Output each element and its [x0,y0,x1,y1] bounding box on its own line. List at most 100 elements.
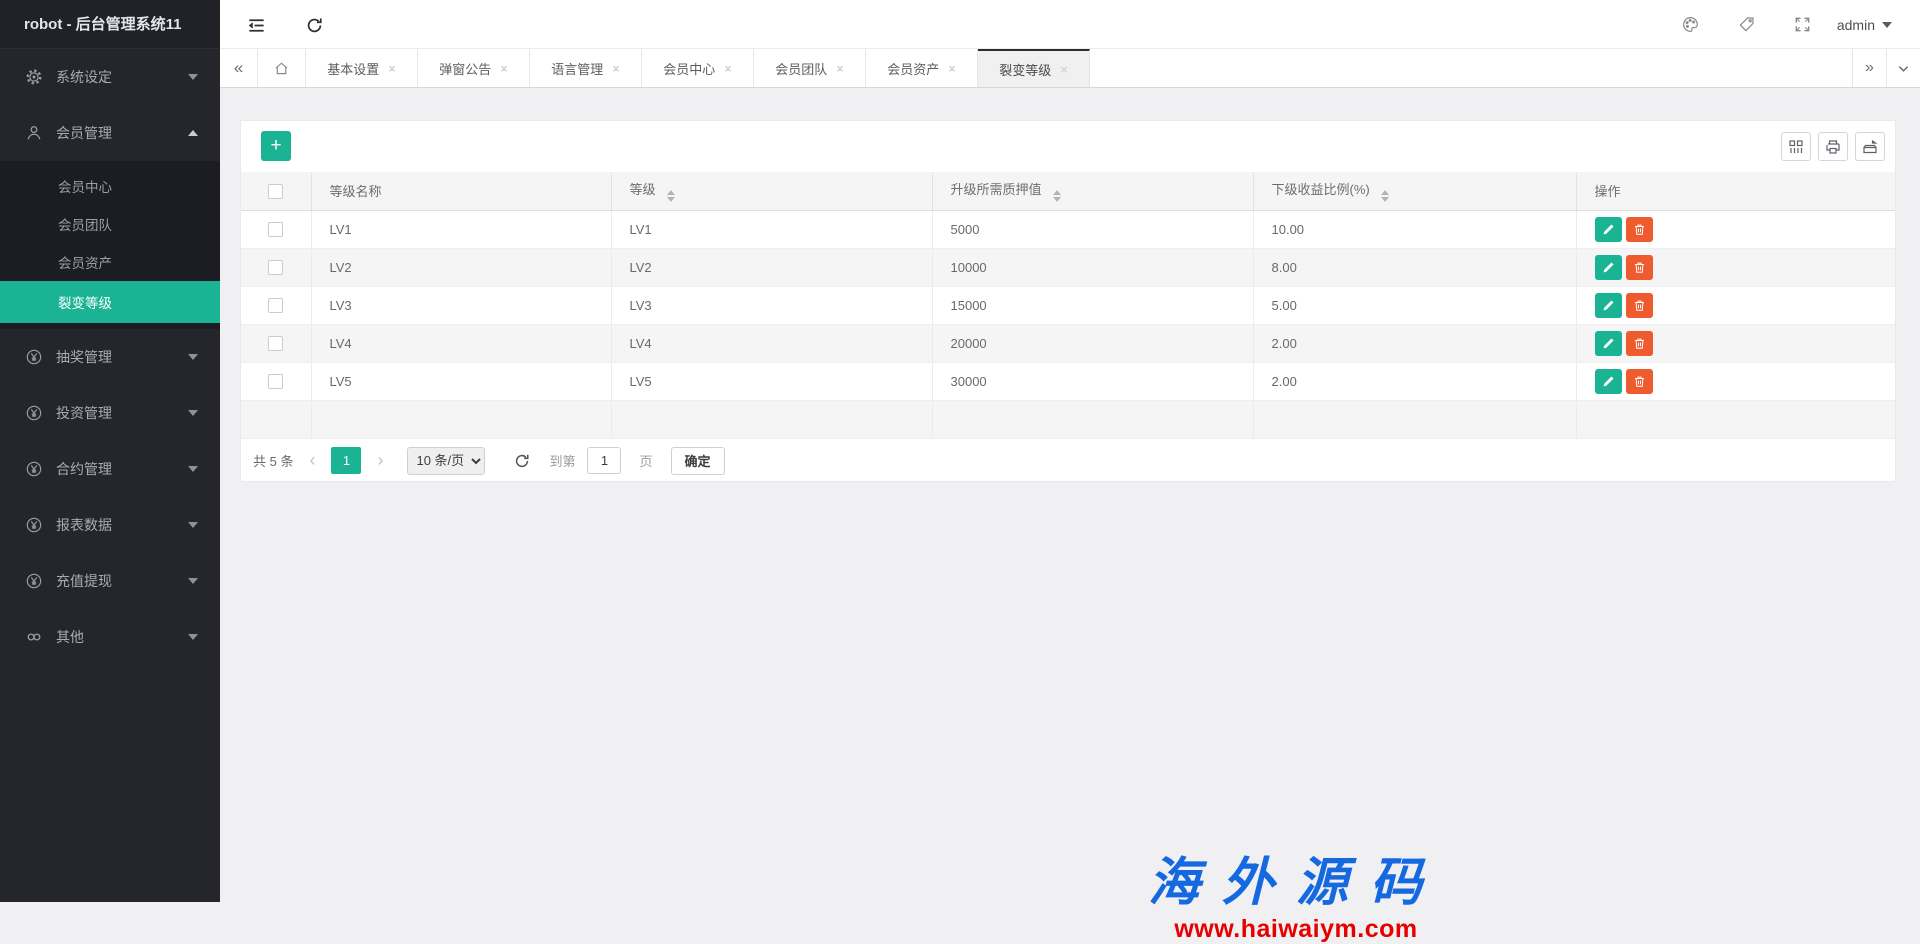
tab-list-dropdown-button[interactable] [1886,49,1920,87]
select-all-checkbox[interactable] [268,184,283,199]
col-ratio[interactable]: 下级收益比例(%) [1253,172,1576,210]
sidebar-item-member-assets[interactable]: 会员资产 [0,243,220,281]
row-checkbox[interactable] [268,260,283,275]
col-actions: 操作 [1576,172,1895,210]
watermark-title: 海外源码 [1116,840,1476,915]
cell-level-name: LV3 [311,286,611,324]
confirm-button[interactable]: 确定 [671,447,725,475]
row-checkbox[interactable] [268,298,283,313]
goto-page-input[interactable] [587,447,621,474]
delete-button[interactable] [1626,217,1653,242]
close-icon[interactable]: × [612,61,620,76]
add-button[interactable]: + [261,131,291,161]
delete-button[interactable] [1626,293,1653,318]
home-icon[interactable] [258,49,306,87]
edit-button[interactable] [1595,217,1622,242]
row-checkbox[interactable] [268,222,283,237]
close-icon[interactable]: × [500,61,508,76]
sort-icon[interactable] [1381,190,1389,202]
sidebar-item-member-center[interactable]: 会员中心 [0,167,220,205]
tab-member-center[interactable]: 会员中心 × [642,49,754,87]
chevron-up-icon [188,130,198,136]
sidebar-item-report-data[interactable]: 报表数据 [0,497,220,553]
delete-button[interactable] [1626,369,1653,394]
tab-label: 基本设置 [327,59,379,78]
watermark-url: www.haiwaiym.com [1116,915,1476,944]
member-submenu: 会员中心 会员团队 会员资产 裂变等级 [0,161,220,329]
edit-button[interactable] [1595,255,1622,280]
sidebar-item-label: 投资管理 [56,403,112,423]
prev-page-button[interactable]: ‹ [299,450,325,471]
sidebar-item-fission-level-active[interactable]: 裂变等级 [0,281,220,323]
page-number-active[interactable]: 1 [331,447,361,474]
close-icon[interactable]: × [1060,62,1068,77]
total-count: 共 5 条 [253,451,293,470]
tag-icon[interactable] [1719,0,1775,49]
tabbar: « 基本设置 × 弹窗公告 × 语言管理 × 会员中心 × 会员团队 × 会员资… [220,49,1920,88]
row-checkbox[interactable] [268,374,283,389]
page-unit-label: 页 [639,451,652,470]
fullscreen-icon[interactable] [1775,0,1831,49]
print-icon[interactable] [1818,132,1848,161]
close-icon[interactable]: × [948,61,956,76]
sort-icon[interactable] [667,190,675,202]
col-level[interactable]: 等级 [611,172,932,210]
page-size-select[interactable]: 10 条/页 [407,447,485,475]
table-header-row: 等级名称 等级 升级所需质押值 下级收益比例(%) [241,172,1895,210]
user-menu[interactable]: admin [1831,0,1920,49]
columns-icon[interactable] [1781,132,1811,161]
delete-button[interactable] [1626,255,1653,280]
tab-language-management[interactable]: 语言管理 × [530,49,642,87]
sidebar-item-label: 充值提现 [56,571,112,591]
cell-actions [1576,286,1895,324]
cell-pledge: 10000 [932,248,1253,286]
sidebar-item-other[interactable]: 其他 [0,609,220,665]
sidebar-item-investment-management[interactable]: 投资管理 [0,385,220,441]
tab-basic-settings[interactable]: 基本设置 × [306,49,418,87]
chevron-down-icon [188,74,198,80]
tabs-scroll-left-button[interactable]: « [220,49,258,87]
sidebar-item-member-team[interactable]: 会员团队 [0,205,220,243]
yen-circle-icon [24,347,44,367]
tab-popup-notice[interactable]: 弹窗公告 × [418,49,530,87]
close-icon[interactable]: × [724,61,732,76]
refresh-icon[interactable] [513,452,531,470]
export-icon[interactable] [1855,132,1885,161]
edit-button[interactable] [1595,293,1622,318]
close-icon[interactable]: × [388,61,396,76]
tabs-scroll-right-button[interactable]: » [1852,49,1886,87]
palette-icon[interactable] [1663,0,1719,49]
next-page-button[interactable]: › [367,450,393,471]
tab-label: 语言管理 [551,59,603,78]
row-checkbox[interactable] [268,336,283,351]
cell-actions [1576,324,1895,362]
chevron-down-icon [188,410,198,416]
tab-member-assets[interactable]: 会员资产 × [866,49,978,87]
col-pledge[interactable]: 升级所需质押值 [932,172,1253,210]
tab-member-team[interactable]: 会员团队 × [754,49,866,87]
sidebar-item-lottery-management[interactable]: 抽奖管理 [0,329,220,385]
sidebar-item-label: 合约管理 [56,459,112,479]
close-icon[interactable]: × [836,61,844,76]
chevron-down-icon [188,354,198,360]
user-name: admin [1837,17,1875,33]
refresh-icon[interactable] [303,14,325,36]
sidebar-item-system-settings[interactable]: 系统设定 [0,49,220,105]
cell-level: LV3 [611,286,932,324]
edit-button[interactable] [1595,331,1622,356]
collapse-menu-icon[interactable] [245,14,267,36]
sidebar-item-contract-management[interactable]: 合约管理 [0,441,220,497]
cell-level: LV1 [611,210,932,248]
sidebar-item-member-management[interactable]: 会员管理 [0,105,220,161]
yen-circle-icon [24,403,44,423]
tab-fission-level-active[interactable]: 裂变等级 × [978,49,1090,87]
table-row: LV2 LV2 10000 8.00 [241,248,1895,286]
col-level-name[interactable]: 等级名称 [311,172,611,210]
column-label: 等级名称 [330,184,382,199]
delete-button[interactable] [1626,331,1653,356]
sidebar-item-recharge-withdraw[interactable]: 充值提现 [0,553,220,609]
yen-circle-icon [24,571,44,591]
edit-button[interactable] [1595,369,1622,394]
sidebar-item-label: 抽奖管理 [56,347,112,367]
sort-icon[interactable] [1053,190,1061,202]
